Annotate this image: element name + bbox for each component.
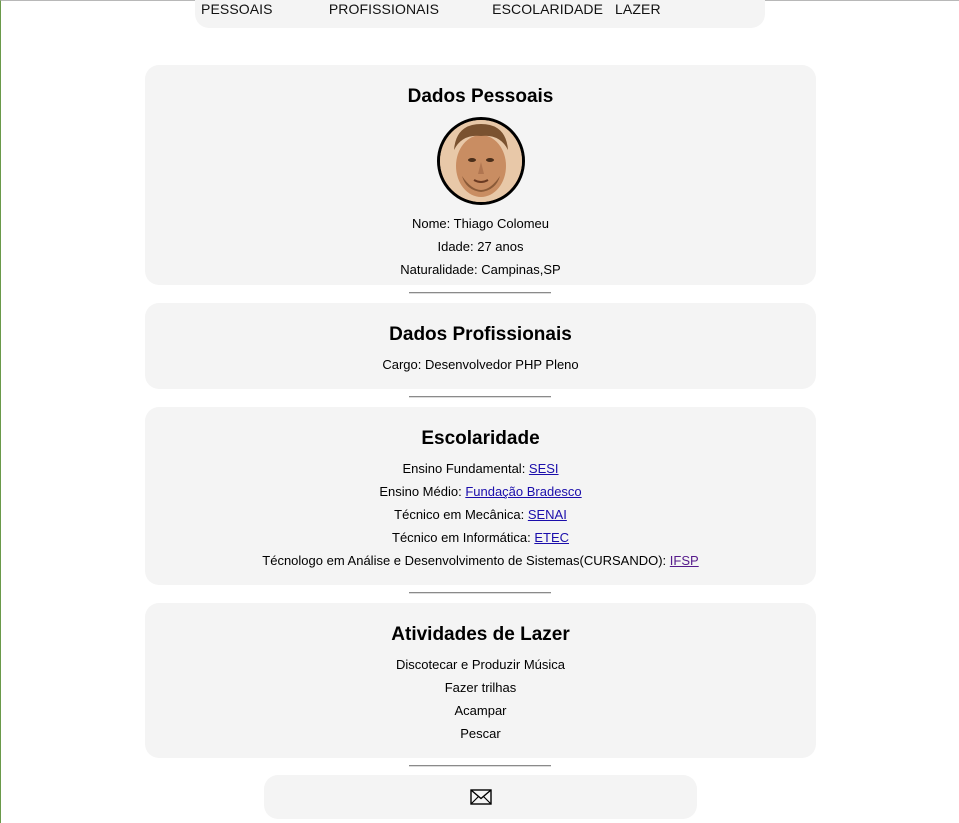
section-title-dados-pessoais: Dados Pessoais <box>407 86 554 107</box>
list-item: Ensino Fundamental: SESI <box>145 457 816 480</box>
divider <box>409 292 551 294</box>
section-title-atividades-de-lazer: Atividades de Lazer <box>391 624 570 645</box>
nav-link-escolaridade[interactable]: ESCOLARIDADE <box>492 1 603 17</box>
envelope-icon <box>469 789 492 805</box>
section-title-dados-profissionais: Dados Profissionais <box>389 324 572 345</box>
list-item: Acampar <box>454 703 507 718</box>
section-atividades-de-lazer: Atividades de Lazer Discotecar e Produzi… <box>145 603 816 758</box>
nome-text: Nome: Thiago Colomeu <box>411 216 550 231</box>
divider <box>409 765 551 767</box>
list-item: Fazer trilhas <box>444 680 517 695</box>
list-item: Técnologo em Análise e Desenvolvimento d… <box>145 549 816 572</box>
link-ifsp[interactable]: IFSP <box>670 553 699 568</box>
nav-link-atividades-de-lazer[interactable]: ATIVIDADES DE LAZER <box>615 0 759 17</box>
avatar <box>436 117 525 205</box>
list-item: Discotecar e Produzir Música <box>395 657 566 672</box>
cargo-text: Cargo: Desenvolvedor PHP Pleno <box>382 357 579 372</box>
escolaridade-label: Técnico em Mecânica: <box>394 507 528 522</box>
escolaridade-label: Técnologo em Análise e Desenvolvimento d… <box>262 553 670 568</box>
list-item: Técnico em Mecânica: SENAI <box>145 503 816 526</box>
nav-link-dados-pessoais[interactable]: DADOS PESSOAIS <box>201 0 317 17</box>
footer <box>264 775 697 819</box>
divider <box>409 592 551 594</box>
list-item: Técnico em Informática: ETEC <box>145 526 816 549</box>
link-etec[interactable]: ETEC <box>534 530 569 545</box>
idade-text: Idade: 27 anos <box>437 239 524 254</box>
list-item: Ensino Médio: Fundação Bradesco <box>145 480 816 503</box>
escolaridade-label: Ensino Médio: <box>379 484 466 499</box>
link-sesi[interactable]: SESI <box>529 461 559 476</box>
section-escolaridade: Escolaridade Ensino Fundamental: SESI En… <box>145 407 816 585</box>
escolaridade-label: Ensino Fundamental: <box>402 461 529 476</box>
escolaridade-label: Técnico em Informática: <box>392 530 535 545</box>
divider <box>409 396 551 398</box>
link-senai[interactable]: SENAI <box>528 507 567 522</box>
list-item: Pescar <box>460 726 501 741</box>
email-link[interactable] <box>469 789 492 805</box>
top-nav: DADOS PESSOAIS DADOS PROFISSIONAIS ESCOL… <box>195 0 765 28</box>
section-dados-pessoais: Dados Pessoais Nome: Thiago Colomeu Idad… <box>145 65 816 285</box>
avatar-photo <box>439 120 522 202</box>
section-dados-profissionais: Dados Profissionais Cargo: Desenvolvedor… <box>145 303 816 389</box>
naturalidade-text: Naturalidade: Campinas,SP <box>400 262 561 277</box>
link-fundacao-bradesco[interactable]: Fundação Bradesco <box>465 484 581 499</box>
section-title-escolaridade: Escolaridade <box>421 428 540 449</box>
nav-link-dados-profissionais[interactable]: DADOS PROFISSIONAIS <box>329 0 480 17</box>
